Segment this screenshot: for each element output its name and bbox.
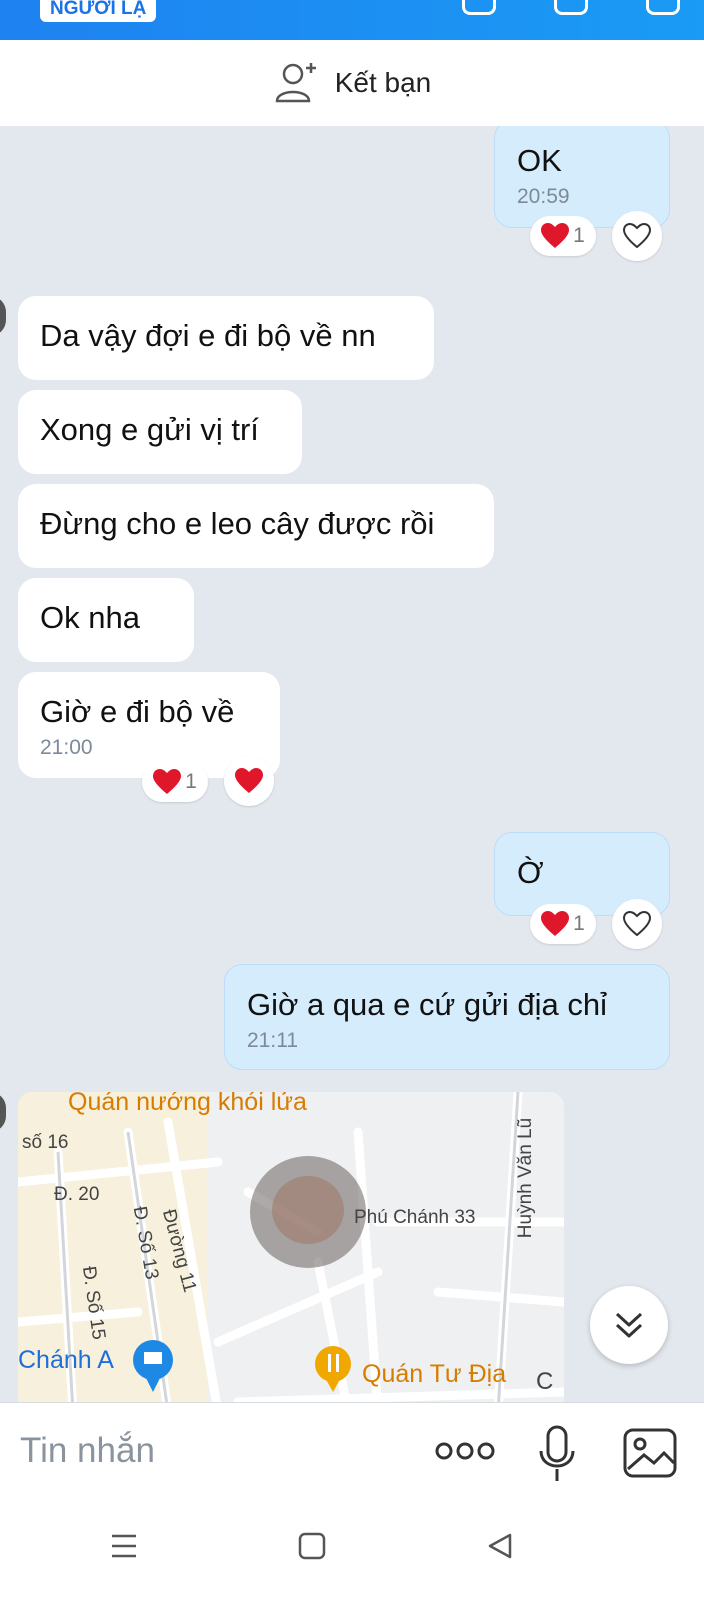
avatar[interactable] bbox=[0, 296, 6, 336]
heart-icon bbox=[235, 768, 263, 793]
chevron-double-down-icon bbox=[615, 1312, 643, 1338]
message-input[interactable]: Tin nhắn bbox=[20, 1431, 155, 1471]
reaction-count: 1 bbox=[573, 912, 585, 935]
scroll-to-bottom-button[interactable] bbox=[590, 1286, 668, 1364]
message-text: Ok nha bbox=[40, 600, 140, 635]
message-list[interactable]: OK 20:59 1 Da vậy đợi e đi bộ về nn Xong… bbox=[0, 126, 704, 1402]
system-nav-bar bbox=[0, 1502, 704, 1600]
message-text: Xong e gửi vị trí bbox=[40, 412, 259, 447]
heart-outline-icon bbox=[623, 911, 651, 937]
reaction-summary[interactable]: 1 bbox=[530, 904, 596, 944]
location-map[interactable]: Quán nướng khói lửa số 16 Đ. 20 Đ. Số 13… bbox=[18, 1092, 564, 1402]
top-bar: NGƯỜI LẠ bbox=[0, 0, 704, 40]
back-icon[interactable] bbox=[486, 1532, 514, 1560]
react-button[interactable] bbox=[224, 756, 274, 806]
image-icon[interactable] bbox=[622, 1427, 678, 1479]
reaction-count: 1 bbox=[573, 224, 585, 247]
more-options-icon[interactable] bbox=[434, 1437, 496, 1465]
message-time: 21:11 bbox=[247, 1029, 298, 1052]
video-call-icon[interactable] bbox=[554, 0, 588, 15]
stranger-badge: NGƯỜI LẠ bbox=[40, 0, 157, 22]
react-button[interactable] bbox=[612, 899, 662, 949]
add-person-icon bbox=[275, 63, 316, 103]
message-bubble[interactable]: Đừng cho e leo cây được rồi bbox=[18, 484, 494, 568]
reaction-summary[interactable]: 1 bbox=[530, 216, 596, 256]
message-bubble[interactable]: Xong e gửi vị trí bbox=[18, 390, 302, 474]
avatar[interactable] bbox=[0, 1092, 6, 1132]
message-text: Giờ a qua e cứ gửi địa chỉ bbox=[247, 987, 607, 1022]
react-button[interactable] bbox=[612, 211, 662, 261]
heart-outline-icon bbox=[623, 223, 651, 249]
message-bubble[interactable]: Ok nha bbox=[18, 578, 194, 662]
call-icon[interactable] bbox=[462, 0, 496, 15]
reaction-count: 1 bbox=[185, 770, 197, 793]
map-label: Chánh A bbox=[18, 1346, 114, 1374]
composer-bar: Tin nhắn bbox=[0, 1402, 704, 1503]
map-label: Phú Chánh 33 bbox=[354, 1207, 476, 1228]
map-label: Quán Tư Địa bbox=[362, 1360, 507, 1388]
message-bubble[interactable]: Da vậy đợi e đi bộ về nn bbox=[18, 296, 434, 380]
message-text: OK bbox=[517, 143, 562, 178]
message-text: Đừng cho e leo cây được rồi bbox=[40, 506, 435, 541]
heart-icon bbox=[541, 911, 570, 936]
heart-icon bbox=[541, 223, 570, 248]
message-bubble[interactable]: Giờ a qua e cứ gửi địa chỉ 21:11 bbox=[224, 964, 670, 1070]
map-label: Huỳnh Văn Lũ bbox=[515, 1117, 537, 1239]
message-text: Ờ bbox=[517, 855, 544, 890]
reaction-summary[interactable]: 1 bbox=[142, 762, 208, 802]
message-text: Da vậy đợi e đi bộ về nn bbox=[40, 318, 376, 353]
message-text: Giờ e đi bộ về bbox=[40, 694, 235, 729]
header-actions bbox=[462, 0, 680, 15]
map-label: C bbox=[536, 1368, 554, 1395]
map-label: Quán nướng khói lửa bbox=[68, 1092, 307, 1116]
add-friend-label: Kết bạn bbox=[334, 67, 432, 98]
message-time: 21:00 bbox=[40, 736, 93, 759]
home-icon[interactable] bbox=[298, 1532, 326, 1560]
recent-apps-icon[interactable] bbox=[110, 1532, 138, 1560]
microphone-icon[interactable] bbox=[538, 1425, 576, 1483]
menu-icon[interactable] bbox=[646, 0, 680, 15]
map-label: Đ. 20 bbox=[54, 1184, 100, 1205]
add-friend-button[interactable]: Kết bạn bbox=[0, 40, 704, 126]
message-time: 20:59 bbox=[517, 185, 570, 208]
map-label: số 16 bbox=[22, 1132, 69, 1153]
heart-icon bbox=[153, 769, 182, 794]
